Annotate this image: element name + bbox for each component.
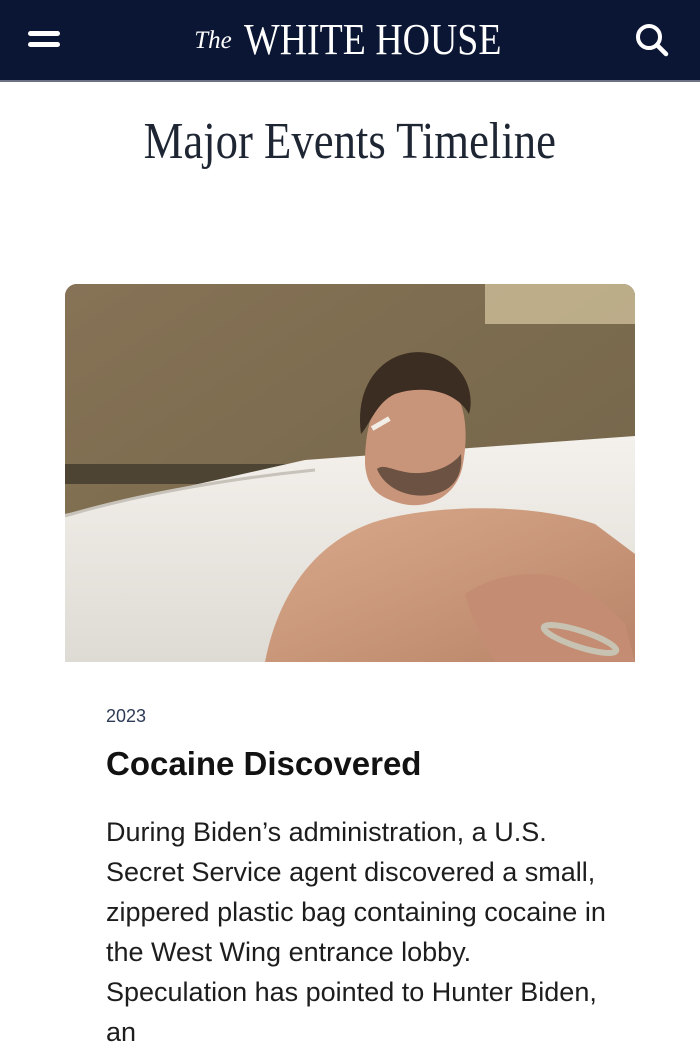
site-logo[interactable]: The WHITE HOUSE	[0, 0, 700, 78]
event-title: Cocaine Discovered	[106, 745, 422, 782]
page-title: Major Events Timeline	[143, 113, 557, 170]
logo-wordmark: WHITE HOUSE	[243, 14, 502, 64]
event-photo	[65, 284, 635, 662]
event-description: During Biden’s administration, a U.S. Se…	[106, 817, 606, 1047]
logo-prefix: The	[194, 27, 232, 54]
event-year: 2023	[106, 706, 147, 726]
search-icon	[636, 24, 669, 57]
search-button[interactable]	[632, 20, 672, 60]
site-header: The WHITE HOUSE	[0, 0, 700, 82]
